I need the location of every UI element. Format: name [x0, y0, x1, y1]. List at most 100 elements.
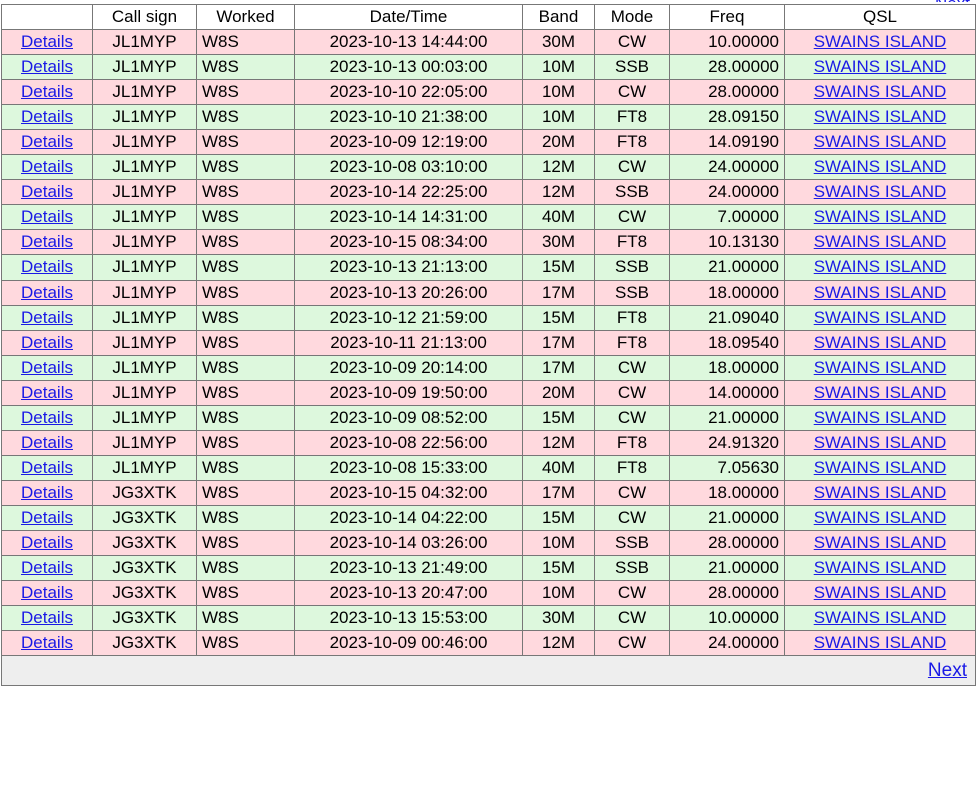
qsl-cell[interactable]: SWAINS ISLAND: [784, 304, 976, 331]
qsl-link[interactable]: SWAINS ISLAND: [814, 533, 947, 552]
details-link[interactable]: Details: [21, 558, 73, 577]
qsl-cell[interactable]: SWAINS ISLAND: [784, 555, 976, 582]
qsl-cell[interactable]: SWAINS ISLAND: [784, 504, 976, 531]
qsl-cell[interactable]: SWAINS ISLAND: [784, 580, 976, 607]
details-cell[interactable]: Details: [1, 154, 93, 181]
details-link[interactable]: Details: [21, 383, 73, 402]
qsl-cell[interactable]: SWAINS ISLAND: [784, 204, 976, 231]
details-cell[interactable]: Details: [1, 529, 93, 557]
qsl-cell[interactable]: SWAINS ISLAND: [784, 404, 976, 431]
details-cell[interactable]: Details: [1, 179, 93, 206]
details-cell[interactable]: Details: [1, 630, 93, 657]
details-cell[interactable]: Details: [1, 304, 93, 331]
qsl-link[interactable]: SWAINS ISLAND: [814, 333, 947, 352]
top-next-link[interactable]: Next: [935, 0, 976, 2]
qsl-link[interactable]: SWAINS ISLAND: [814, 583, 947, 602]
details-link[interactable]: Details: [21, 283, 73, 302]
details-cell[interactable]: Details: [1, 329, 93, 356]
qsl-link[interactable]: SWAINS ISLAND: [814, 408, 947, 427]
details-cell[interactable]: Details: [1, 379, 93, 406]
details-cell[interactable]: Details: [1, 29, 93, 56]
details-link[interactable]: Details: [21, 257, 73, 276]
details-cell[interactable]: Details: [1, 605, 93, 632]
details-link[interactable]: Details: [21, 157, 73, 176]
qsl-cell[interactable]: SWAINS ISLAND: [784, 179, 976, 206]
qsl-link[interactable]: SWAINS ISLAND: [814, 458, 947, 477]
qsl-cell[interactable]: SWAINS ISLAND: [784, 429, 976, 456]
details-cell[interactable]: Details: [1, 279, 93, 306]
qsl-link[interactable]: SWAINS ISLAND: [814, 32, 947, 51]
details-link[interactable]: Details: [21, 483, 73, 502]
qsl-link[interactable]: SWAINS ISLAND: [814, 283, 947, 302]
qsl-link[interactable]: SWAINS ISLAND: [814, 82, 947, 101]
details-link[interactable]: Details: [21, 207, 73, 226]
details-cell[interactable]: Details: [1, 129, 93, 156]
details-link[interactable]: Details: [21, 533, 73, 552]
details-cell[interactable]: Details: [1, 404, 93, 431]
qsl-cell[interactable]: SWAINS ISLAND: [784, 479, 976, 506]
details-link[interactable]: Details: [21, 57, 73, 76]
qsl-cell[interactable]: SWAINS ISLAND: [784, 154, 976, 181]
details-cell[interactable]: Details: [1, 429, 93, 456]
qsl-link[interactable]: SWAINS ISLAND: [814, 232, 947, 251]
details-cell[interactable]: Details: [1, 229, 93, 256]
details-cell[interactable]: Details: [1, 555, 93, 582]
details-link[interactable]: Details: [21, 583, 73, 602]
details-link[interactable]: Details: [21, 433, 73, 452]
qsl-cell[interactable]: SWAINS ISLAND: [784, 379, 976, 406]
details-link[interactable]: Details: [21, 132, 73, 151]
qsl-cell[interactable]: SWAINS ISLAND: [784, 104, 976, 131]
qsl-link[interactable]: SWAINS ISLAND: [814, 633, 947, 652]
qsl-link[interactable]: SWAINS ISLAND: [814, 508, 947, 527]
details-link[interactable]: Details: [21, 308, 73, 327]
details-link[interactable]: Details: [21, 358, 73, 377]
details-cell[interactable]: Details: [1, 479, 93, 506]
qsl-cell[interactable]: SWAINS ISLAND: [784, 29, 976, 56]
qsl-cell[interactable]: SWAINS ISLAND: [784, 129, 976, 156]
qsl-link[interactable]: SWAINS ISLAND: [814, 207, 947, 226]
qsl-cell[interactable]: SWAINS ISLAND: [784, 229, 976, 256]
qsl-link[interactable]: SWAINS ISLAND: [814, 433, 947, 452]
qsl-cell[interactable]: SWAINS ISLAND: [784, 329, 976, 356]
qsl-cell[interactable]: SWAINS ISLAND: [784, 354, 976, 381]
details-link[interactable]: Details: [21, 633, 73, 652]
qsl-link[interactable]: SWAINS ISLAND: [814, 308, 947, 327]
qsl-link[interactable]: SWAINS ISLAND: [814, 383, 947, 402]
details-cell[interactable]: Details: [1, 504, 93, 531]
next-page-link[interactable]: Next: [928, 660, 967, 681]
qsl-cell[interactable]: SWAINS ISLAND: [784, 54, 976, 81]
details-cell[interactable]: Details: [1, 104, 93, 131]
details-link[interactable]: Details: [21, 82, 73, 101]
details-cell[interactable]: Details: [1, 79, 93, 106]
qsl-link[interactable]: SWAINS ISLAND: [814, 558, 947, 577]
details-link[interactable]: Details: [21, 408, 73, 427]
details-link[interactable]: Details: [21, 458, 73, 477]
qsl-link[interactable]: SWAINS ISLAND: [814, 358, 947, 377]
details-cell[interactable]: Details: [1, 204, 93, 231]
details-link[interactable]: Details: [21, 608, 73, 627]
details-cell[interactable]: Details: [1, 580, 93, 607]
qsl-link[interactable]: SWAINS ISLAND: [814, 182, 947, 201]
qsl-link[interactable]: SWAINS ISLAND: [814, 483, 947, 502]
details-link[interactable]: Details: [21, 232, 73, 251]
details-cell[interactable]: Details: [1, 254, 93, 281]
qsl-link[interactable]: SWAINS ISLAND: [814, 107, 947, 126]
qsl-cell[interactable]: SWAINS ISLAND: [784, 605, 976, 632]
details-cell[interactable]: Details: [1, 54, 93, 81]
qsl-link[interactable]: SWAINS ISLAND: [814, 257, 947, 276]
details-link[interactable]: Details: [21, 107, 73, 126]
details-cell[interactable]: Details: [1, 354, 93, 381]
details-cell[interactable]: Details: [1, 454, 93, 481]
qsl-cell[interactable]: SWAINS ISLAND: [784, 630, 976, 657]
details-link[interactable]: Details: [21, 508, 73, 527]
qsl-cell[interactable]: SWAINS ISLAND: [784, 454, 976, 481]
qsl-cell[interactable]: SWAINS ISLAND: [784, 254, 976, 281]
qsl-link[interactable]: SWAINS ISLAND: [814, 608, 947, 627]
details-link[interactable]: Details: [21, 333, 73, 352]
qsl-cell[interactable]: SWAINS ISLAND: [784, 529, 976, 557]
qsl-link[interactable]: SWAINS ISLAND: [814, 132, 947, 151]
details-link[interactable]: Details: [21, 32, 73, 51]
details-link[interactable]: Details: [21, 182, 73, 201]
qsl-link[interactable]: SWAINS ISLAND: [814, 57, 947, 76]
qsl-link[interactable]: SWAINS ISLAND: [814, 157, 947, 176]
